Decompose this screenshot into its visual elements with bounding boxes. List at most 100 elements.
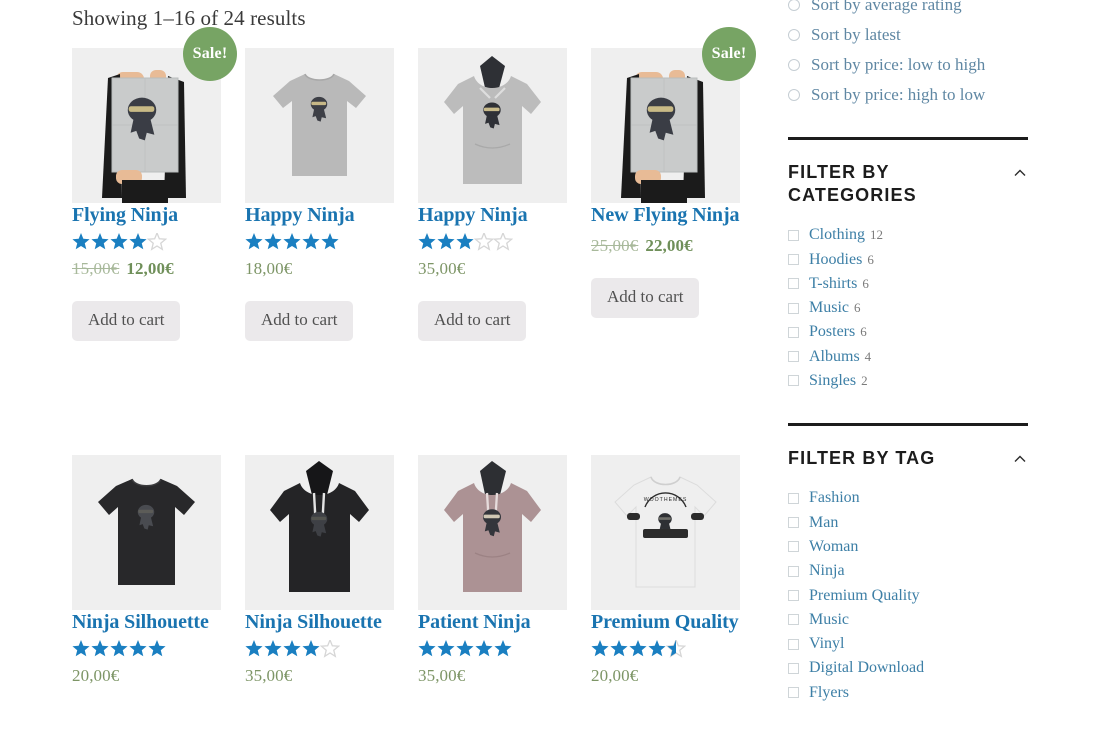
- checkbox-icon[interactable]: [788, 687, 799, 699]
- checkbox-icon[interactable]: [788, 590, 799, 601]
- product-card[interactable]: WOOTHEMES Premium Quality 20,00€: [591, 455, 740, 686]
- chevron-up-icon[interactable]: [1012, 451, 1028, 467]
- product-row: Ninja Silhouette 20,00€ Ninja Silhouette 3…: [72, 455, 740, 686]
- product-card[interactable]: Ninja Silhouette 20,00€: [72, 455, 221, 686]
- product-image-pink-hoodie[interactable]: [418, 455, 567, 610]
- checkbox-icon[interactable]: [788, 517, 799, 529]
- sort-option[interactable]: Sort by price: low to high: [788, 50, 1028, 80]
- category-filter-item[interactable]: Singles 2: [788, 369, 1028, 393]
- product-title[interactable]: Premium Quality: [591, 611, 739, 633]
- product-image-grey-tshirt[interactable]: [245, 48, 394, 203]
- checkbox-icon[interactable]: [788, 254, 799, 265]
- product-title[interactable]: Happy Ninja: [418, 204, 528, 226]
- product-card[interactable]: Sale! New Flying Ninja 25,00€ 22,00€ Add to …: [591, 27, 756, 341]
- product-card[interactable]: Sale! Flying Ninja 15,00€ 12,00€ Add to cart: [72, 27, 237, 342]
- category-filter-item[interactable]: Albums 4: [788, 345, 1028, 369]
- add-to-cart-button[interactable]: Add to cart: [591, 278, 700, 319]
- add-to-cart-button[interactable]: Add to cart: [72, 301, 181, 342]
- tag-filter-item[interactable]: Flyers: [788, 681, 1028, 705]
- checkbox-icon[interactable]: [788, 492, 799, 504]
- sort-option[interactable]: Sort by price: high to low: [788, 80, 1028, 110]
- checkbox-icon[interactable]: [788, 565, 799, 577]
- tag-filter-item[interactable]: Fashion: [788, 486, 1028, 510]
- checkbox-icon[interactable]: [788, 278, 799, 290]
- tag-filter-item[interactable]: Woman: [788, 535, 1028, 559]
- tag-widget-header[interactable]: Filter by tag: [788, 447, 1028, 470]
- product-title[interactable]: New Flying Ninja: [591, 204, 740, 226]
- checkbox-icon[interactable]: [788, 229, 799, 241]
- product-rating-stars: [245, 640, 394, 659]
- product-title[interactable]: Ninja Silhouette: [245, 611, 382, 633]
- tag-filter-item[interactable]: Premium Quality: [788, 583, 1028, 607]
- product-image-grey-hoodie[interactable]: [418, 48, 567, 203]
- tag-filter-item[interactable]: Vinyl: [788, 632, 1028, 656]
- tag-filter-item[interactable]: Man: [788, 510, 1028, 534]
- product-row: Sale! Flying Ninja 15,00€ 12,00€ Add to cart…: [72, 27, 756, 342]
- category-filter-item-label: Albums: [809, 347, 860, 365]
- category-filter-item-label: Posters: [809, 323, 856, 341]
- checkbox-icon[interactable]: [788, 326, 799, 338]
- product-thumbnail-wrap[interactable]: [72, 455, 221, 610]
- tag-filter-item[interactable]: Music: [788, 608, 1028, 632]
- product-thumbnail-wrap[interactable]: Sale!: [72, 27, 237, 203]
- checkbox-icon[interactable]: [788, 541, 799, 553]
- category-filter-item-count: 6: [860, 324, 867, 340]
- category-filter-item[interactable]: T-shirts 6: [788, 272, 1028, 296]
- product-image-black-tshirt[interactable]: [72, 455, 221, 610]
- add-to-cart-button[interactable]: Add to cart: [418, 301, 527, 342]
- product-image-white-tshirt[interactable]: WOOTHEMES: [591, 455, 740, 610]
- product-price: 18,00€: [245, 259, 394, 279]
- product-title[interactable]: Ninja Silhouette: [72, 611, 209, 633]
- product-rating-stars: [72, 640, 221, 657]
- tag-filter-item[interactable]: Ninja: [788, 559, 1028, 583]
- product-thumbnail-wrap[interactable]: [418, 48, 567, 203]
- radio-button-icon[interactable]: [788, 59, 800, 71]
- product-price: 20,00€: [72, 666, 221, 686]
- svg-text:WOOTHEMES: WOOTHEMES: [644, 497, 688, 503]
- radio-button-icon[interactable]: [788, 89, 800, 101]
- product-current-price: 35,00€: [245, 666, 293, 686]
- product-image-black-hoodie[interactable]: [245, 455, 394, 610]
- product-title[interactable]: Flying Ninja: [72, 204, 178, 226]
- category-filter-item-count: 2: [861, 372, 868, 388]
- product-listing-page: Showing 1–16 of 24 results Sale! Flying N…: [0, 0, 1100, 755]
- category-filter-item[interactable]: Music 6: [788, 296, 1028, 320]
- checkbox-icon[interactable]: [788, 375, 799, 387]
- product-thumbnail-wrap[interactable]: [245, 48, 394, 203]
- checkbox-icon[interactable]: [788, 662, 799, 674]
- radio-button-icon[interactable]: [788, 29, 800, 41]
- sort-option[interactable]: Sort by latest: [788, 20, 1028, 50]
- product-card[interactable]: Ninja Silhouette 35,00€: [245, 455, 394, 686]
- category-filter-item-label: Music: [809, 299, 849, 317]
- category-filter-item[interactable]: Hoodies 6: [788, 247, 1028, 271]
- radio-button-icon[interactable]: [788, 0, 800, 11]
- sort-option-label: Sort by price: low to high: [811, 55, 986, 74]
- sale-badge: Sale!: [702, 27, 756, 81]
- product-thumbnail-wrap[interactable]: Sale!: [591, 27, 756, 203]
- chevron-up-icon[interactable]: [1012, 165, 1028, 181]
- checkbox-icon[interactable]: [788, 614, 799, 626]
- checkbox-icon[interactable]: [788, 302, 799, 314]
- product-card[interactable]: Patient Ninja 35,00€: [418, 455, 567, 686]
- category-filter-item[interactable]: Posters 6: [788, 320, 1028, 344]
- product-card[interactable]: Happy Ninja 18,00€ Add to cart: [245, 48, 394, 342]
- product-title[interactable]: Happy Ninja: [245, 204, 355, 226]
- category-filter-item-count: 12: [870, 227, 884, 243]
- product-thumbnail-wrap[interactable]: WOOTHEMES: [591, 455, 740, 610]
- product-thumbnail-wrap[interactable]: [245, 455, 394, 610]
- categories-widget-header[interactable]: Filter by categories: [788, 161, 1028, 207]
- product-current-price: 18,00€: [245, 259, 293, 279]
- product-card[interactable]: Happy Ninja 35,00€ Add to cart: [418, 48, 567, 342]
- product-thumbnail-wrap[interactable]: [418, 455, 567, 610]
- tag-filter-item[interactable]: Digital Download: [788, 656, 1028, 680]
- product-title[interactable]: Patient Ninja: [418, 611, 531, 633]
- add-to-cart-button[interactable]: Add to cart: [245, 301, 354, 342]
- category-filter-item[interactable]: Clothing 12: [788, 223, 1028, 247]
- checkbox-icon[interactable]: [788, 638, 799, 650]
- sort-option-label: Sort by latest: [811, 25, 901, 44]
- product-price: 20,00€: [591, 666, 740, 686]
- sort-option[interactable]: Sort by average rating: [788, 0, 1028, 20]
- tag-filter-item-label: Man: [809, 513, 839, 531]
- tag-filter-item-label: Premium Quality: [809, 586, 920, 604]
- checkbox-icon[interactable]: [788, 351, 799, 363]
